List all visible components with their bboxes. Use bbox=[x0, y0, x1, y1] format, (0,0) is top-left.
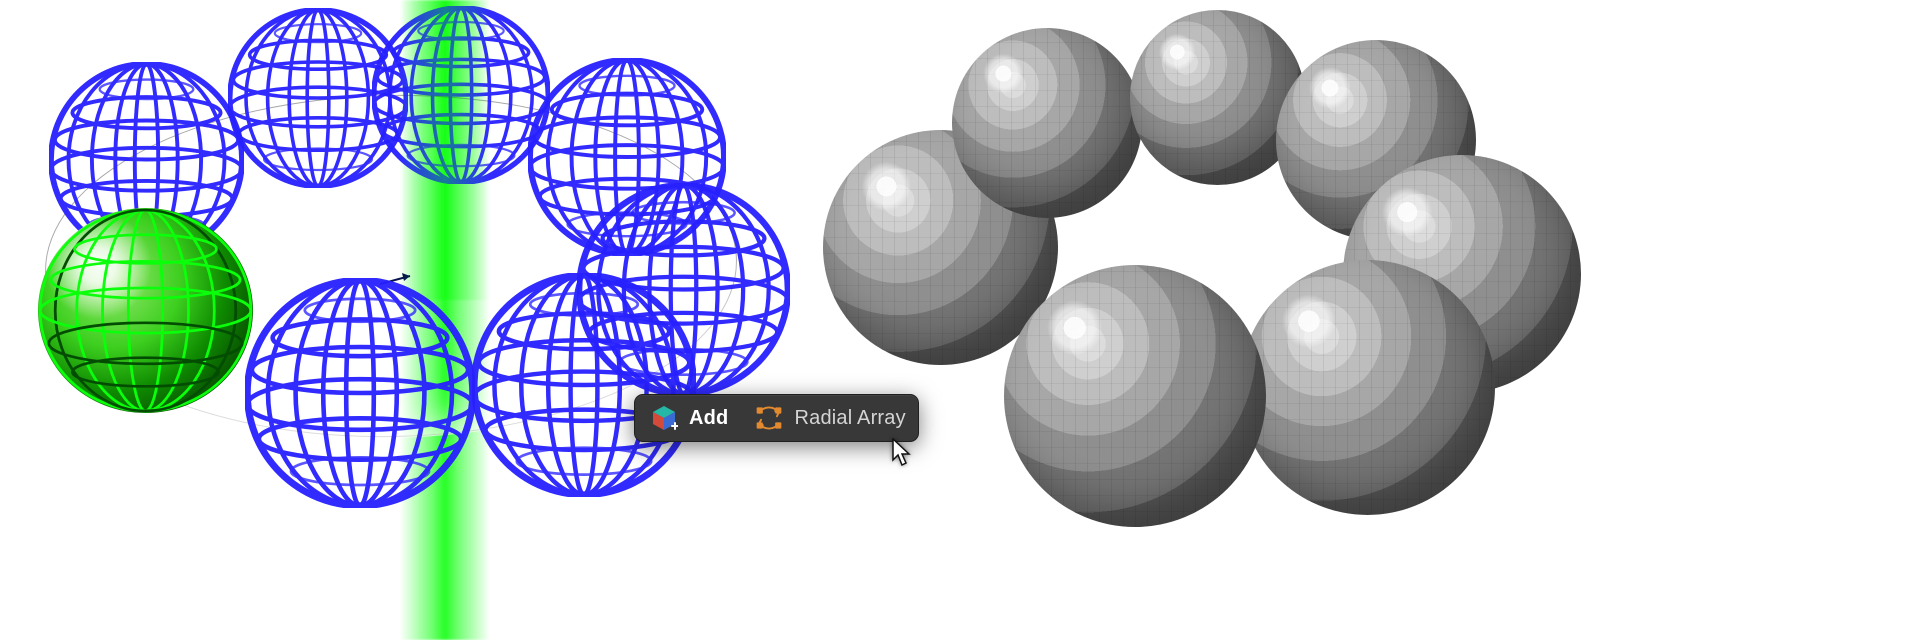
axis-beam-front bbox=[400, 0, 490, 300]
add-menu-label: Add bbox=[689, 407, 728, 430]
split-viewport: Add bbox=[0, 0, 1920, 640]
add-menu-button[interactable]: Add bbox=[643, 399, 734, 437]
radial-array-label: Radial Array bbox=[794, 407, 905, 430]
render-sphere bbox=[1004, 265, 1266, 527]
add-primitive-cube-icon bbox=[649, 403, 679, 433]
viewport-render[interactable] bbox=[780, 0, 1920, 640]
mouse-cursor-icon bbox=[892, 438, 914, 468]
selection-wire-icon bbox=[38, 208, 253, 413]
array-instance-sphere[interactable] bbox=[245, 278, 475, 508]
floating-toolbar: Add bbox=[634, 394, 919, 442]
source-sphere[interactable] bbox=[38, 208, 253, 413]
render-sphere bbox=[1240, 260, 1495, 515]
array-instance-sphere[interactable] bbox=[472, 273, 696, 497]
render-sphere bbox=[952, 28, 1142, 218]
viewport-edit[interactable] bbox=[0, 0, 780, 640]
radial-array-button[interactable]: Radial Array bbox=[748, 399, 911, 437]
radial-array-icon bbox=[754, 403, 784, 433]
